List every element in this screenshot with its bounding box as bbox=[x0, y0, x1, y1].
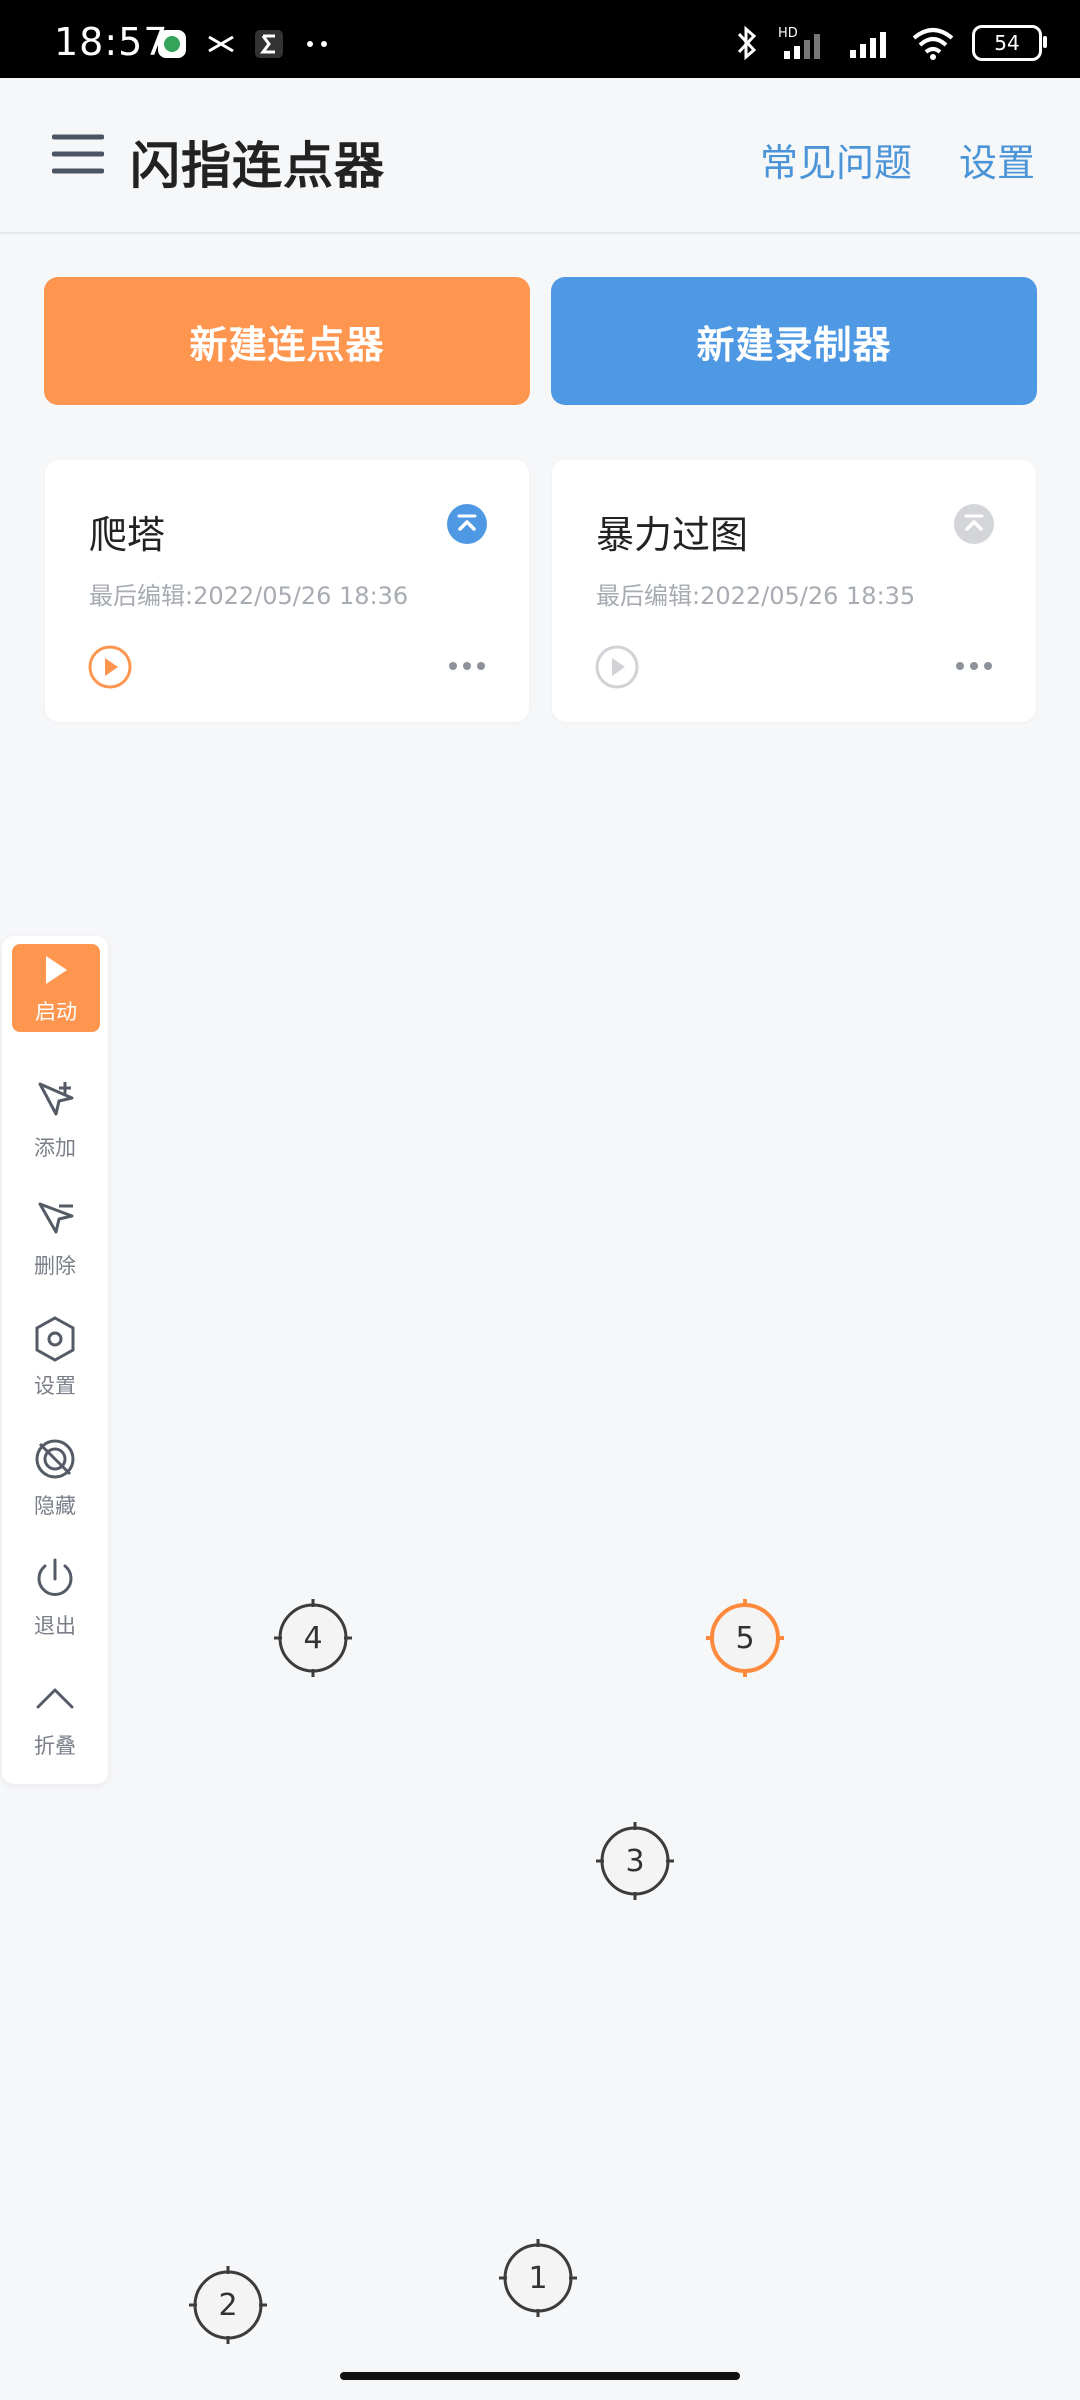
exit-label: 退出 bbox=[34, 1614, 76, 1638]
faq-link[interactable]: 常见问题 bbox=[760, 132, 912, 187]
pin-to-top-icon[interactable] bbox=[954, 504, 994, 544]
add-label: 添加 bbox=[34, 1136, 76, 1160]
more-dots-icon bbox=[307, 41, 327, 47]
battery-icon: 54 bbox=[972, 25, 1047, 61]
target-number: 5 bbox=[735, 1620, 755, 1656]
menu-icon[interactable] bbox=[52, 128, 104, 180]
target-number: 1 bbox=[528, 2260, 548, 2296]
play-icon[interactable] bbox=[87, 644, 133, 690]
tap-target[interactable]: 5 bbox=[706, 1599, 784, 1677]
hide-label: 隐藏 bbox=[34, 1494, 76, 1518]
script-title: 暴力过图 bbox=[596, 513, 749, 557]
script-title: 爬塔 bbox=[89, 513, 166, 557]
start-label: 启动 bbox=[35, 1000, 77, 1024]
status-right-icons: HD 54 bbox=[732, 24, 1047, 62]
settings-label: 设置 bbox=[34, 1374, 76, 1398]
signal-icon bbox=[850, 32, 886, 58]
scissors-icon bbox=[208, 35, 234, 53]
status-bar: 18:57 HD 54 bbox=[0, 0, 1080, 78]
new-recorder-button[interactable]: 新建录制器 bbox=[551, 277, 1037, 405]
more-icon[interactable] bbox=[954, 652, 994, 680]
start-button[interactable]: 启动 bbox=[12, 944, 100, 1032]
home-indicator[interactable] bbox=[340, 2372, 740, 2380]
tap-target[interactable]: 4 bbox=[274, 1599, 352, 1677]
tap-target[interactable]: 1 bbox=[499, 2239, 577, 2317]
hd-signal-icon: HD bbox=[778, 26, 820, 59]
cursor-plus-icon bbox=[38, 1082, 74, 1116]
collapse-label: 折叠 bbox=[34, 1734, 76, 1758]
sigma-icon bbox=[255, 30, 283, 58]
more-icon[interactable] bbox=[447, 652, 487, 680]
app-bar: 闪指连点器 常见问题 设置 bbox=[0, 78, 1080, 234]
wifi-icon bbox=[912, 28, 954, 60]
pin-to-top-icon[interactable] bbox=[447, 504, 487, 544]
app-icon bbox=[158, 30, 186, 58]
play-icon bbox=[46, 956, 67, 984]
cursor-minus-icon bbox=[38, 1202, 74, 1234]
bluetooth-icon bbox=[737, 25, 757, 61]
chevron-up-icon bbox=[36, 1688, 74, 1709]
svg-text:HD: HD bbox=[778, 26, 798, 41]
power-icon bbox=[37, 1558, 73, 1596]
script-card[interactable]: 爬塔 最后编辑:2022/05/26 18:36 bbox=[45, 460, 529, 722]
app-title: 闪指连点器 bbox=[130, 137, 385, 195]
script-meta: 最后编辑:2022/05/26 18:35 bbox=[596, 582, 916, 610]
hexagon-settings-icon bbox=[35, 1316, 75, 1362]
hide-icon bbox=[35, 1439, 75, 1479]
new-clicker-button[interactable]: 新建连点器 bbox=[44, 277, 530, 405]
floating-control-panel: 启动 添加 删除 设置 隐藏 退出 折叠 bbox=[2, 936, 108, 1784]
target-number: 4 bbox=[303, 1620, 323, 1656]
status-time: 18:57 bbox=[54, 20, 169, 64]
play-icon[interactable] bbox=[594, 644, 640, 690]
status-left-icons bbox=[156, 28, 332, 60]
tap-target[interactable]: 3 bbox=[596, 1822, 674, 1900]
target-number: 3 bbox=[625, 1843, 645, 1879]
settings-link[interactable]: 设置 bbox=[959, 132, 1035, 187]
tap-target[interactable]: 2 bbox=[189, 2266, 267, 2344]
script-meta: 最后编辑:2022/05/26 18:36 bbox=[89, 582, 409, 610]
script-card[interactable]: 暴力过图 最后编辑:2022/05/26 18:35 bbox=[552, 460, 1036, 722]
target-number: 2 bbox=[218, 2287, 238, 2323]
delete-label: 删除 bbox=[34, 1254, 76, 1278]
